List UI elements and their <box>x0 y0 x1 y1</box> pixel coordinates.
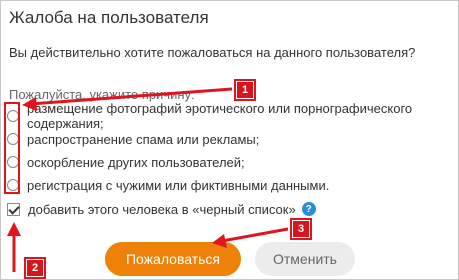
annotation-badge-3: 3 <box>290 218 312 240</box>
annotation-badge-1: 1 <box>234 79 256 101</box>
arrow-1-head <box>22 97 37 111</box>
arrow-1 <box>29 87 233 106</box>
arrow-3-head <box>212 234 227 248</box>
annotation-arrows <box>7 87 289 272</box>
arrow-2-head <box>7 222 21 236</box>
annotation-badge-2: 2 <box>24 257 46 279</box>
arrow-3 <box>221 227 289 243</box>
